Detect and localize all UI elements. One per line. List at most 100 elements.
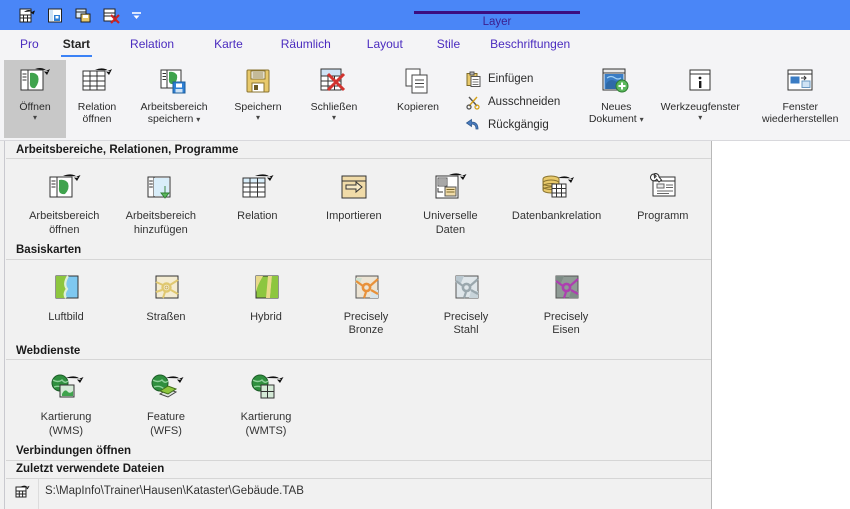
ribbon-button-werkzeugfenster[interactable]: Werkzeugfenster ▾ — [654, 60, 746, 138]
tile-label-line2: (WMTS) — [245, 424, 287, 437]
ribbon-button-schliessen[interactable]: Schließen ▾ — [296, 60, 372, 138]
tile-datenbankrelation[interactable]: Datenbankrelation — [499, 165, 615, 224]
title-bar: Layer — [0, 0, 850, 30]
tile-arbeitsbereich-hinzufuegen[interactable]: Arbeitsbereich hinzufügen — [113, 165, 210, 238]
database-relation-icon — [539, 169, 575, 205]
section-header-verbindungen[interactable]: Verbindungen öffnen — [6, 442, 711, 461]
tile-label-line1: Kartierung — [240, 411, 292, 423]
ribbon-group-window: Neues Dokument ▾ Werkzeugfenster ▾ — [574, 58, 750, 140]
ribbon-button-ausschneiden[interactable]: Ausschneiden — [460, 92, 564, 112]
universal-data-icon — [432, 169, 468, 205]
tile-label-line2: Stahl — [453, 324, 479, 337]
tile-luftbild[interactable]: Luftbild — [16, 266, 116, 325]
section-header-zuletzt-verwendete-dateien: Zuletzt verwendete Dateien — [6, 460, 711, 479]
recent-file-row[interactable]: S:\MapInfo\Trainer\Hausen\Kataster\Gebäu… — [6, 478, 711, 504]
tile-precisely-stahl[interactable]: Precisely Stahl — [416, 266, 516, 339]
tab-start-label: Start — [62, 37, 91, 51]
tile-label-line2: Bronze — [348, 324, 384, 337]
ribbon-button-oeffnen[interactable]: Öffnen ▾ — [4, 60, 66, 138]
tile-precisely-eisen[interactable]: Precisely Eisen — [516, 266, 616, 339]
tile-label-line1: Precisely — [443, 310, 489, 323]
ribbon-button-fenster-wiederherstellen-label2: wiederherstellen — [762, 113, 839, 126]
tile-precisely-bronze[interactable]: Precisely Bronze — [316, 266, 416, 339]
section-header-basiskarten: Basiskarten — [6, 241, 711, 260]
chevron-down-icon[interactable]: ▾ — [698, 114, 702, 122]
tile-label-line1: Arbeitsbereich — [29, 210, 100, 222]
qat-save-workspace-icon[interactable] — [42, 3, 68, 27]
tab-layout[interactable]: Layout — [355, 30, 415, 58]
tab-beschriftungen-label: Beschriftungen — [490, 37, 571, 51]
ribbon-group-clipboard: Kopieren Einfügen Ausschneiden Rückgängi… — [376, 58, 574, 140]
tile-label-line1: Universelle — [423, 210, 478, 222]
recent-file-row[interactable]: S:\MapInfo\Trainer\Intro\Deutschland\VKS… — [6, 503, 711, 509]
ribbon-button-schliessen-label: Schließen — [310, 101, 358, 113]
streets-map-icon — [150, 270, 182, 306]
tab-karte-label: Karte — [214, 37, 243, 51]
tile-hybrid[interactable]: Hybrid — [216, 266, 316, 325]
ribbon-button-kopieren[interactable]: Kopieren — [380, 60, 456, 138]
tile-label-line2: (WMS) — [48, 424, 84, 437]
tile-label-line1: Feature — [147, 411, 185, 423]
tile-universelle-daten[interactable]: Universelle Daten — [402, 165, 499, 238]
tile-feature-wfs[interactable]: Feature (WFS) — [116, 366, 216, 439]
contextual-group-label: Layer — [414, 14, 580, 30]
tile-strassen[interactable]: Straßen — [116, 266, 216, 325]
chevron-down-icon[interactable]: ▾ — [196, 115, 200, 124]
ribbon-button-speichern[interactable]: Speichern ▾ — [220, 60, 296, 138]
chevron-down-icon[interactable]: ▾ — [332, 114, 336, 122]
relation-icon — [239, 169, 275, 205]
tab-raeumlich[interactable]: Räumlich — [269, 30, 343, 58]
panel-content: Arbeitsbereiche, Relationen, Programme A… — [6, 141, 711, 509]
tab-beschriftungen[interactable]: Beschriftungen — [478, 30, 582, 58]
save-workspace-icon — [158, 64, 190, 98]
qat-open-table-icon[interactable] — [14, 3, 40, 27]
tab-stile-label: Stile — [436, 37, 461, 51]
tile-kartierung-wmts[interactable]: Kartierung (WMTS) — [216, 366, 316, 439]
ribbon-button-fenster-wiederherstellen[interactable]: Fenster wiederherstellen — [754, 60, 846, 138]
qat-customize-chevron-icon[interactable] — [126, 3, 146, 27]
section-body-basiskarten: Luftbild Straßen Hybrid Precisely Bronze… — [6, 259, 711, 342]
wmts-icon — [248, 370, 284, 406]
ribbon-button-rueckgaengig-label: Rückgängig — [488, 119, 549, 131]
ribbon-button-neues-dokument[interactable]: Neues Dokument ▾ — [578, 60, 654, 138]
ribbon-button-relation-oeffnen-label1: Relation — [77, 101, 117, 113]
ribbon-button-relation-oeffnen[interactable]: Relation öffnen — [66, 60, 128, 138]
tab-start[interactable]: Start — [51, 30, 102, 58]
tab-karte[interactable]: Karte — [202, 30, 255, 58]
undo-icon — [464, 116, 482, 134]
tile-relation[interactable]: Relation — [209, 165, 306, 224]
chevron-down-icon[interactable]: ▾ — [640, 115, 644, 124]
tile-kartierung-wms[interactable]: Kartierung (WMS) — [16, 366, 116, 439]
program-icon — [645, 169, 681, 205]
tile-arbeitsbereich-oeffnen[interactable]: Arbeitsbereich öffnen — [16, 165, 113, 238]
tile-label-line1: Precisely — [343, 310, 389, 323]
ribbon-button-fenster-wiederherstellen-label1: Fenster — [782, 101, 819, 113]
tab-pro[interactable]: Pro — [8, 30, 51, 58]
tile-label-line1: Kartierung — [40, 411, 92, 423]
ribbon-button-einfuegen[interactable]: Einfügen — [460, 69, 564, 89]
chevron-down-icon[interactable]: ▾ — [33, 114, 37, 122]
scissors-icon — [464, 93, 482, 111]
chevron-down-icon[interactable]: ▾ — [256, 114, 260, 122]
tile-programm[interactable]: Programm — [614, 165, 711, 224]
recent-file-path: S:\MapInfo\Trainer\Intro\Deutschland\VKS… — [38, 503, 298, 509]
ribbon-button-arbeitsbereich-speichern[interactable]: Arbeitsbereich speichern ▾ — [128, 60, 220, 138]
qat-save-table-icon[interactable] — [70, 3, 96, 27]
quick-access-toolbar — [0, 3, 146, 27]
tab-relation[interactable]: Relation — [118, 30, 186, 58]
wms-icon — [48, 370, 84, 406]
tile-label-line2: Eisen — [552, 324, 580, 337]
ribbon-button-rueckgaengig[interactable]: Rückgängig — [460, 115, 564, 135]
tab-stile[interactable]: Stile — [425, 30, 472, 58]
precisely-iron-icon — [550, 270, 582, 306]
ribbon-group-restore: Fenster wiederherstellen — [750, 58, 850, 140]
ribbon-small-commands: Einfügen Ausschneiden Rückgängig — [456, 60, 570, 138]
tab-relation-label: Relation — [130, 37, 175, 51]
tile-importieren[interactable]: Importieren — [306, 165, 403, 224]
tile-label-line1: Programm — [637, 210, 689, 222]
mapinfo-pro-window: Layer Pro Start Relation Karte Räumlich … — [0, 0, 850, 509]
tile-label-line1: Hybrid — [250, 310, 282, 323]
qat-close-table-icon[interactable] — [98, 3, 124, 27]
tile-label-line1: Datenbankrelation — [511, 210, 602, 222]
tile-label-line1: Relation — [237, 210, 278, 222]
